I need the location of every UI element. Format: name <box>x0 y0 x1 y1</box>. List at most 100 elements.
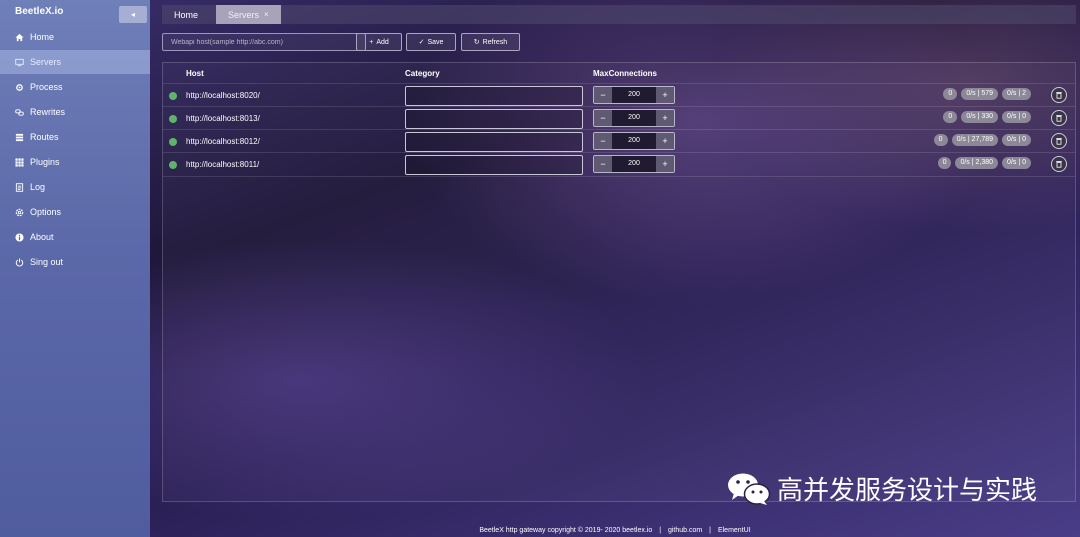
wechat-logo-icon <box>728 473 771 505</box>
delete-button[interactable] <box>1051 156 1067 172</box>
sidebar-collapse-button[interactable]: ◂ <box>119 6 147 23</box>
sidebar-item-about[interactable]: About <box>0 225 150 249</box>
requests-badge: 0/s | 27,789 <box>951 134 999 146</box>
host-input[interactable] <box>162 33 366 51</box>
sidebar-item-label: Routes <box>30 132 59 142</box>
stats-badges: 0 0/s | 2,380 0/s | 0 <box>937 157 1031 169</box>
home-icon <box>15 33 24 41</box>
footer-separator: | <box>709 527 711 534</box>
sidebar-item-options[interactable]: Options <box>0 200 150 224</box>
sidebar-item-log[interactable]: Log <box>0 175 150 199</box>
connections-badge: 0 <box>937 157 952 169</box>
refresh-button-label: Refresh <box>482 38 508 46</box>
trash-icon <box>1056 115 1062 122</box>
wechat-watermark: 高并发服务设计与实践 <box>727 470 1037 507</box>
host-url: http://localhost:8011/ <box>186 160 260 169</box>
delete-button[interactable] <box>1051 87 1067 103</box>
sidebar-item-servers[interactable]: Servers <box>0 50 150 74</box>
decrement-button[interactable]: − <box>594 87 612 103</box>
collapse-arrow-icon: ◂ <box>130 10 135 19</box>
column-header-host: Host <box>186 69 204 78</box>
tab-servers[interactable]: Servers × <box>216 5 281 24</box>
column-header-maxconnections: MaxConnections <box>593 69 658 78</box>
category-input[interactable] <box>405 155 583 175</box>
category-input[interactable] <box>405 86 583 106</box>
gear-icon <box>15 208 24 216</box>
max-connections-stepper: − 200 + <box>593 109 675 127</box>
errors-badge: 0/s | 2 <box>1002 88 1031 100</box>
delete-button[interactable] <box>1051 110 1067 126</box>
max-connections-value[interactable]: 200 <box>612 156 656 172</box>
sidebar-item-label: Servers <box>30 57 62 67</box>
stats-badges: 0 0/s | 27,789 0/s | 0 <box>933 134 1031 146</box>
increment-button[interactable]: + <box>656 87 674 103</box>
close-icon[interactable]: × <box>264 10 269 19</box>
increment-button[interactable]: + <box>656 156 674 172</box>
max-connections-value[interactable]: 200 <box>612 87 656 103</box>
requests-badge: 0/s | 330 <box>961 111 999 123</box>
sidebar-item-label: Home <box>30 32 55 42</box>
increment-button[interactable]: + <box>656 133 674 149</box>
status-online-icon <box>169 92 177 100</box>
decrement-button[interactable]: − <box>594 110 612 126</box>
sidebar-item-label: About <box>30 232 54 242</box>
refresh-icon: ↻ <box>473 39 480 46</box>
footer-link-github[interactable]: github.com <box>668 527 702 534</box>
column-header-category: Category <box>405 69 440 78</box>
increment-button[interactable]: + <box>656 110 674 126</box>
table-row: http://localhost:8013/ − 200 + 0 0/s | 3… <box>163 106 1075 130</box>
max-connections-stepper: − 200 + <box>593 155 675 173</box>
category-input[interactable] <box>405 132 583 152</box>
table-row: http://localhost:8020/ − 200 + 0 0/s | 5… <box>163 83 1075 107</box>
document-icon <box>15 182 24 192</box>
save-button-label: Save <box>427 38 444 46</box>
max-connections-value[interactable]: 200 <box>612 110 656 126</box>
stats-badges: 0 0/s | 579 0/s | 2 <box>943 88 1031 100</box>
decrement-button[interactable]: − <box>594 133 612 149</box>
max-connections-stepper: − 200 + <box>593 132 675 150</box>
host-url: http://localhost:8013/ <box>186 114 260 123</box>
sidebar-item-rewrites[interactable]: Rewrites <box>0 100 150 124</box>
stats-badges: 0 0/s | 330 0/s | 0 <box>943 111 1031 123</box>
sidebar-item-signout[interactable]: Sing out <box>0 250 150 274</box>
errors-badge: 0/s | 0 <box>1002 111 1031 123</box>
sidebar-item-plugins[interactable]: Plugins <box>0 150 150 174</box>
decrement-button[interactable]: − <box>594 156 612 172</box>
table-row: http://localhost:8012/ − 200 + 0 0/s | 2… <box>163 129 1075 153</box>
tab-label: Home <box>174 9 199 20</box>
sidebar-item-process[interactable]: Process <box>0 75 150 99</box>
delete-button[interactable] <box>1051 133 1067 149</box>
sidebar-item-label: Options <box>30 207 62 217</box>
connections-badge: 0 <box>943 88 958 100</box>
info-icon <box>15 232 24 242</box>
monitor-icon <box>15 58 24 66</box>
max-connections-value[interactable]: 200 <box>612 133 656 149</box>
requests-badge: 0/s | 579 <box>961 88 999 100</box>
sidebar: BeetleX.io ◂ Home Servers Process Rewrit… <box>0 0 150 537</box>
add-button-label: Add <box>376 38 389 46</box>
status-online-icon <box>169 138 177 146</box>
cog-icon <box>16 83 23 91</box>
plus-icon: + <box>369 38 374 46</box>
table-row: http://localhost:8011/ − 200 + 0 0/s | 2… <box>163 152 1075 177</box>
footer: BeetleX http gateway copyright © 2019- 2… <box>150 527 1080 537</box>
trash-icon <box>1056 138 1062 145</box>
power-icon <box>15 258 24 266</box>
trash-icon <box>1056 92 1062 99</box>
sidebar-item-label: Rewrites <box>30 107 66 117</box>
add-button[interactable]: + Add <box>356 33 402 51</box>
tab-home[interactable]: Home <box>162 5 210 24</box>
refresh-button[interactable]: ↻ Refresh <box>461 33 520 51</box>
errors-badge: 0/s | 0 <box>1002 157 1031 169</box>
sidebar-item-home[interactable]: Home <box>0 25 150 49</box>
max-connections-stepper: − 200 + <box>593 86 675 104</box>
connections-badge: 0 <box>933 134 948 146</box>
save-button[interactable]: ✓ Save <box>406 33 456 51</box>
status-online-icon <box>169 115 177 123</box>
sidebar-item-label: Log <box>30 182 46 192</box>
errors-badge: 0/s | 0 <box>1002 134 1031 146</box>
grid-icon <box>15 157 24 167</box>
sidebar-item-routes[interactable]: Routes <box>0 125 150 149</box>
category-input[interactable] <box>405 109 583 129</box>
footer-link-elementui[interactable]: ElementUI <box>718 527 751 534</box>
